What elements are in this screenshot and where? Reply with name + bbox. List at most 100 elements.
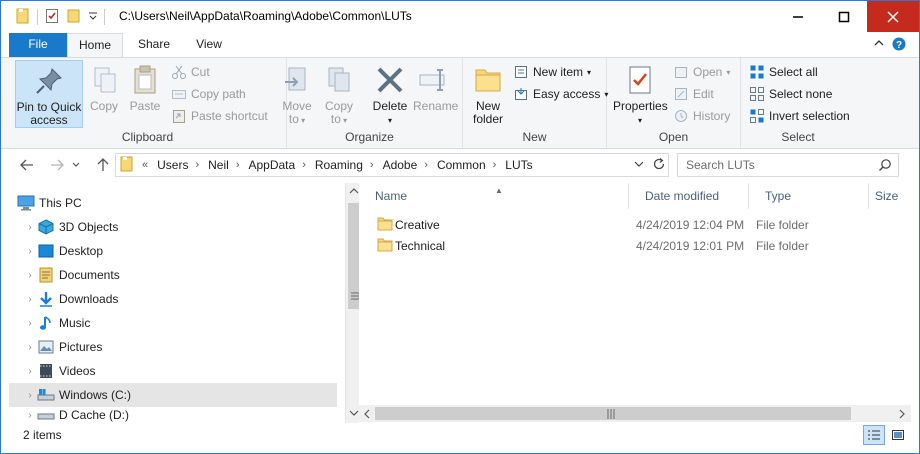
chevron-right-icon[interactable]: › <box>370 159 374 171</box>
tree-item-pictures[interactable]: › Pictures <box>9 335 337 359</box>
back-button[interactable] <box>17 156 37 174</box>
tree-item-d-cache[interactable]: › D Cache (D:) <box>9 407 337 423</box>
table-row[interactable]: Technical 4/24/2019 12:01 PM File folder <box>375 236 915 256</box>
breadcrumb-roaming[interactable]: Roaming <box>315 158 363 172</box>
paste-button[interactable]: Paste <box>127 60 163 113</box>
column-header-date-modified[interactable]: Date modified <box>629 183 749 209</box>
easy-access-button[interactable]: Easy access ▾ <box>513 84 608 104</box>
details-view-button[interactable] <box>863 425 885 445</box>
chevron-right-icon[interactable]: › <box>23 246 37 257</box>
properties-button[interactable]: Properties ▾ <box>613 60 668 127</box>
new-folder-icon[interactable] <box>66 8 82 27</box>
copy-to-button[interactable]: Copy to ▾ <box>323 60 355 127</box>
chevron-right-icon[interactable]: › <box>23 270 37 281</box>
up-button[interactable] <box>93 156 113 174</box>
delete-icon <box>377 67 403 93</box>
chevron-right-icon[interactable]: › <box>424 159 428 171</box>
minimize-button[interactable] <box>775 1 821 32</box>
rename-button[interactable]: Rename <box>413 60 458 113</box>
tree-item-documents[interactable]: › Documents <box>9 263 337 287</box>
breadcrumb-common[interactable]: Common <box>437 158 486 172</box>
scroll-right-arrow-icon[interactable] <box>897 408 907 422</box>
music-icon <box>37 315 55 331</box>
forward-button[interactable] <box>47 156 67 174</box>
breadcrumb-users[interactable]: Users <box>157 158 188 172</box>
file-type: File folder <box>756 239 809 253</box>
search-icon[interactable] <box>878 158 892 175</box>
tree-item-label: Videos <box>59 364 96 378</box>
address-bar[interactable]: « Users › Neil › AppData › Roaming › Ado… <box>115 153 669 177</box>
chevron-right-icon[interactable]: › <box>23 366 37 377</box>
paste-shortcut-button[interactable]: Paste shortcut <box>171 106 268 126</box>
scroll-down-arrow-icon[interactable] <box>349 407 359 421</box>
file-list-horizontal-scrollbar[interactable] <box>359 405 911 422</box>
copy-path-button[interactable]: Copy path <box>171 84 246 104</box>
collapse-ribbon-chevron-icon[interactable] <box>873 37 885 52</box>
breadcrumb-appdata[interactable]: AppData <box>248 158 295 172</box>
chevron-right-icon[interactable]: › <box>23 390 37 401</box>
3d-objects-icon <box>37 219 55 235</box>
qat-chevron-down-icon[interactable] <box>88 10 98 24</box>
history-label: History <box>693 109 731 123</box>
new-item-button[interactable]: New item ▾ <box>513 62 591 82</box>
delete-button[interactable]: Delete ▾ <box>371 60 409 127</box>
close-button[interactable] <box>867 1 919 32</box>
address-history-chevron-down-icon[interactable] <box>634 158 644 172</box>
paste-icon <box>134 65 156 94</box>
table-row[interactable]: Creative 4/24/2019 12:04 PM File folder <box>375 215 915 235</box>
tab-home[interactable]: Home <box>67 33 123 58</box>
chevron-right-icon[interactable]: › <box>236 159 240 171</box>
column-header-type[interactable]: Type <box>749 183 869 209</box>
scroll-up-arrow-icon[interactable] <box>349 185 359 199</box>
breadcrumb-neil[interactable]: Neil <box>208 158 229 172</box>
tree-item-this-pc[interactable]: This PC <box>9 191 337 215</box>
invert-selection-button[interactable]: Invert selection <box>749 106 850 126</box>
pin-to-quick-access-button[interactable]: Pin to Quick access <box>15 60 83 128</box>
select-all-button[interactable]: Select all <box>749 62 818 82</box>
chevron-right-icon[interactable]: › <box>23 294 37 305</box>
chevron-right-icon[interactable]: › <box>302 159 306 171</box>
desktop-icon <box>37 243 55 259</box>
tab-view[interactable]: View <box>183 33 235 57</box>
help-icon[interactable]: ? <box>892 37 906 54</box>
copy-button[interactable]: Copy <box>89 60 119 113</box>
select-none-button[interactable]: Select none <box>749 84 832 104</box>
this-pc-icon <box>17 195 35 211</box>
tree-item-desktop[interactable]: › Desktop <box>9 239 337 263</box>
column-header-size[interactable]: Size <box>869 183 911 209</box>
move-to-button[interactable]: Move to ▾ <box>281 60 313 127</box>
forward-arrow-icon <box>51 159 64 171</box>
breadcrumb-adobe[interactable]: Adobe <box>383 158 418 172</box>
cut-button[interactable]: Cut <box>171 62 210 82</box>
properties-icon[interactable] <box>44 8 60 27</box>
scroll-left-arrow-icon[interactable] <box>362 408 372 422</box>
tree-item-3d-objects[interactable]: › 3D Objects <box>9 215 337 239</box>
tab-file[interactable]: File <box>9 33 67 57</box>
chevron-right-icon[interactable]: › <box>23 410 37 421</box>
breadcrumb-luts[interactable]: LUTs <box>505 158 532 172</box>
tree-item-windows-c[interactable]: › Windows (C:) <box>9 383 337 407</box>
address-overflow[interactable]: « <box>142 159 148 171</box>
tree-item-videos[interactable]: › Videos <box>9 359 337 383</box>
tree-item-label: Music <box>59 316 91 330</box>
chevron-right-icon[interactable]: › <box>23 222 37 233</box>
tree-item-label: This PC <box>39 196 82 210</box>
maximize-button[interactable] <box>821 1 867 32</box>
edit-button[interactable]: Edit <box>673 84 714 104</box>
search-input[interactable] <box>686 158 872 172</box>
tree-item-downloads[interactable]: › Downloads <box>9 287 337 311</box>
column-header-name[interactable]: Name ▲ <box>359 183 629 209</box>
chevron-right-icon[interactable]: › <box>493 159 497 171</box>
large-icons-view-button[interactable] <box>887 425 909 445</box>
chevron-right-icon[interactable]: › <box>195 159 199 171</box>
search-box[interactable] <box>677 153 899 177</box>
chevron-right-icon[interactable]: › <box>23 318 37 329</box>
tab-share[interactable]: Share <box>127 33 181 57</box>
tree-item-music[interactable]: › Music <box>9 311 337 335</box>
history-button[interactable]: History <box>673 106 730 126</box>
new-folder-button[interactable]: New folder <box>469 60 507 126</box>
recent-locations-button[interactable] <box>69 156 83 174</box>
open-button[interactable]: Open ▾ <box>673 62 730 82</box>
refresh-icon[interactable] <box>652 157 666 174</box>
chevron-right-icon[interactable]: › <box>23 342 37 353</box>
